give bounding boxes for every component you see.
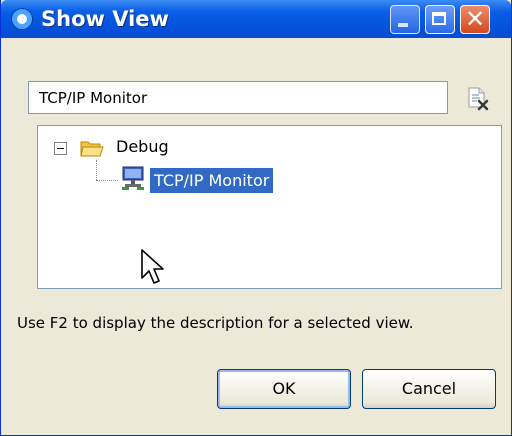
app-icon [12, 9, 32, 29]
close-icon: ✕ [464, 5, 486, 33]
tcpip-monitor-icon [122, 166, 144, 190]
tree-item-debug[interactable]: Debug [116, 137, 169, 156]
minimize-button[interactable] [390, 5, 420, 34]
show-view-dialog: Show View ✕ Debug [0, 0, 512, 436]
maximize-icon [432, 12, 446, 25]
filter-input[interactable] [28, 81, 448, 114]
collapse-toggle[interactable] [54, 142, 67, 155]
ok-button[interactable]: OK [217, 369, 351, 409]
folder-icon [80, 141, 104, 157]
window-title: Show View [41, 7, 169, 31]
close-button[interactable]: ✕ [460, 5, 490, 34]
cancel-button[interactable]: Cancel [362, 369, 496, 409]
tree-connector [96, 160, 97, 180]
title-bar[interactable]: Show View ✕ [1, 0, 511, 38]
minimize-icon [398, 23, 408, 27]
mouse-cursor-icon [141, 249, 164, 284]
views-tree[interactable]: Debug TCP/IP Monitor [37, 125, 502, 289]
tree-item-tcpip-monitor[interactable]: TCP/IP Monitor [150, 168, 274, 193]
tree-connector [96, 180, 118, 181]
description-text: Use F2 to display the description for a … [17, 314, 414, 332]
clear-filter-icon[interactable] [465, 85, 491, 111]
maximize-button[interactable] [425, 5, 455, 34]
